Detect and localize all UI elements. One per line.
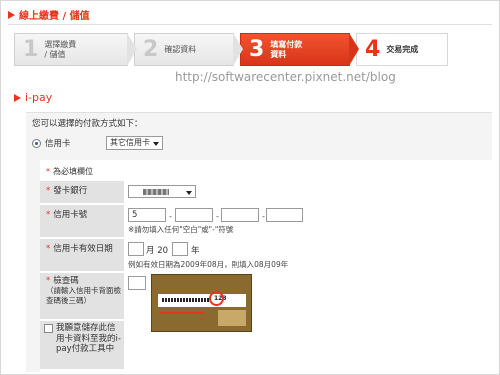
card-type-select[interactable]: 其它信用卡	[106, 136, 163, 150]
expiry-year-input[interactable]	[172, 242, 188, 256]
bank-select[interactable]	[128, 185, 196, 198]
step-4: 4 交易完成	[356, 33, 448, 66]
watermark: http://softwarecenter.pixnet.net/blog	[175, 70, 396, 84]
payment-method-option[interactable]: 信用卡	[32, 137, 71, 149]
section-arrow-icon	[14, 93, 21, 102]
expiry-month-input[interactable]	[128, 242, 144, 256]
chevron-down-icon	[186, 191, 192, 195]
highlight-circle-icon	[209, 291, 224, 306]
credit-card-radio[interactable]	[32, 138, 41, 148]
step-1: 1 選擇繳費 / 儲值	[14, 33, 137, 66]
step-arrow-icon	[127, 33, 137, 66]
expiry-label: * 信用卡有效日期	[40, 239, 124, 271]
card-number-field-2[interactable]	[175, 208, 213, 222]
title-arrow-icon	[8, 10, 15, 19]
card-back-illustration: 123	[151, 274, 252, 332]
card-number-field-1[interactable]: 5	[128, 208, 166, 222]
card-number-label: * 信用卡號	[40, 205, 124, 237]
step-progress: 1 選擇繳費 / 儲值 2 確認資料 3 填寫付款 資料 4 交易完成	[14, 33, 454, 66]
card-number-note: ※請勿填入任何"空白"或"-"符號	[128, 225, 234, 234]
cvv-input[interactable]	[128, 276, 146, 290]
save-card-label: 我願意儲存此信用卡資料至我的i-pay付款工具中	[56, 323, 121, 354]
required-note: * 為必填欄位	[46, 167, 93, 176]
payment-heading: 您可以選擇的付款方式如下：	[32, 119, 143, 129]
step-arrow-icon	[349, 33, 359, 66]
card-number-field-4[interactable]	[266, 208, 303, 222]
page-title: 線上繳費 / 儲值	[8, 7, 90, 22]
month-unit: 月 20	[146, 246, 169, 256]
chevron-down-icon	[153, 142, 159, 146]
section-title: i-pay	[14, 91, 52, 104]
redacted-bank-name	[143, 189, 169, 195]
cvv-label: * 檢查碼 （請輸入信用卡背面檢查碼後三碼）	[40, 273, 124, 319]
step-arrow-icon	[233, 33, 243, 66]
bank-label: * 發卡銀行	[40, 181, 124, 203]
card-number-field-3[interactable]	[221, 208, 259, 222]
step-2: 2 確認資料	[134, 33, 243, 66]
step-3-active: 3 填寫付款 資料	[240, 33, 359, 66]
save-card-checkbox[interactable]	[44, 324, 53, 333]
title-divider	[8, 24, 492, 25]
year-unit: 年	[191, 246, 200, 256]
expiry-note: 例如有效日期為2009年08月，則填入08月09年	[128, 260, 289, 269]
